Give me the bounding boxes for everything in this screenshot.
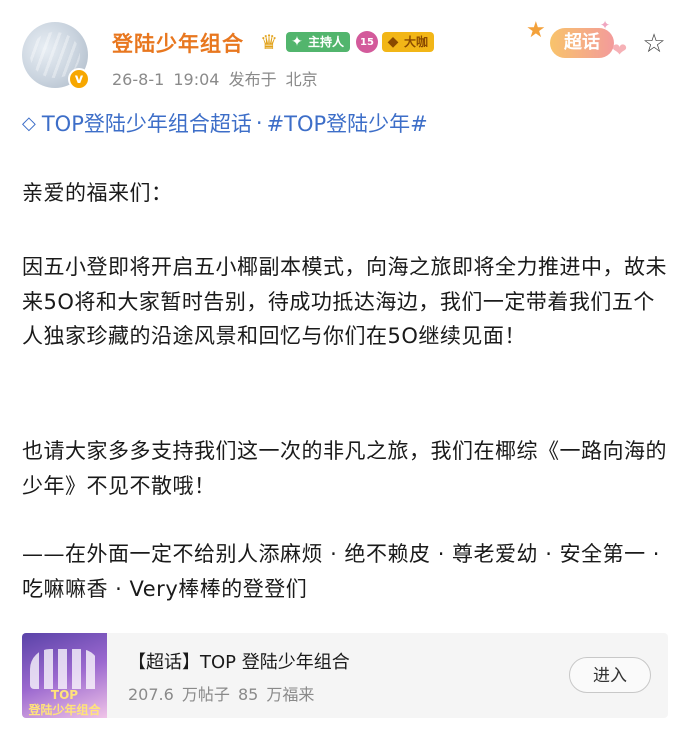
heart-icon: ❤ [612, 40, 628, 61]
trophy-icon: ✦ [291, 34, 303, 50]
thumb-text-top: TOP [50, 688, 79, 702]
post-paragraph: 也请大家多多支持我们这一次的非凡之旅，我们在椰综《一路向海的少年》不见不散哦！ [22, 439, 667, 498]
post-greeting: 亲爱的福来们： [22, 181, 173, 205]
host-badge[interactable]: ✦ 主持人 [286, 32, 351, 52]
chaohua-button[interactable]: ★ 超话 ✦ ❤ [526, 18, 636, 62]
card-stats: 207.6 万帖子 85 万福来 [128, 685, 315, 704]
topic-line: ◇ TOP登陆少年组合超话 · #TOP登陆少年# [22, 108, 428, 138]
verified-badge-icon: v [68, 68, 90, 90]
post-meta: 26-8-1 19:04 发布于 北京 [112, 66, 318, 90]
supertopic-card[interactable]: TOP 登陆少年组合 【超话】TOP 登陆少年组合 207.6 万帖子 85 万… [22, 633, 668, 718]
small-sparkle-icon: ✦ [600, 18, 611, 32]
hashtag-link[interactable]: #TOP登陆少年# [267, 108, 428, 138]
topic-separator: · [255, 111, 263, 135]
group-photo [30, 649, 100, 689]
user-name[interactable]: 登陆少年组合 [112, 28, 244, 58]
fan-icon: ◆ [387, 34, 399, 50]
supertopic-link[interactable]: TOP登陆少年组合超话 [42, 108, 252, 138]
star-outline-icon[interactable]: ☆ [640, 30, 668, 58]
thumb-text-bottom: 登陆少年组合 [28, 703, 101, 717]
diamond-icon: ◇ [22, 112, 36, 134]
card-title: 【超话】TOP 登陆少年组合 [128, 652, 350, 673]
post-location: 发布于 北京 [228, 70, 318, 89]
level-badge[interactable]: 15 [356, 31, 379, 53]
join-button[interactable]: 进入 [569, 657, 651, 693]
user-badges: ♛ ✦ 主持人 15 ◆ 大咖 [258, 31, 435, 53]
fan-badge[interactable]: ◆ 大咖 [382, 32, 435, 52]
crown-icon[interactable]: ♛ [258, 31, 280, 53]
fan-badge-label: 大咖 [404, 35, 429, 49]
post-paragraph: 因五小登即将开启五小椰副本模式，向海之旅即将全力推进中，故未来5O将和大家暂时告… [22, 255, 667, 348]
host-badge-label: 主持人 [308, 35, 345, 49]
post-timestamp: 26-8-1 19:04 [112, 70, 220, 89]
chaohua-label: 超话 [550, 28, 614, 58]
sparkle-icon: ★ [526, 18, 546, 43]
supertopic-thumbnail: TOP 登陆少年组合 [22, 633, 107, 718]
post-signoff: ——在外面一定不给别人添麻烦 · 绝不赖皮 · 尊老爱幼 · 安全第一 · 吃嘛… [22, 542, 660, 601]
